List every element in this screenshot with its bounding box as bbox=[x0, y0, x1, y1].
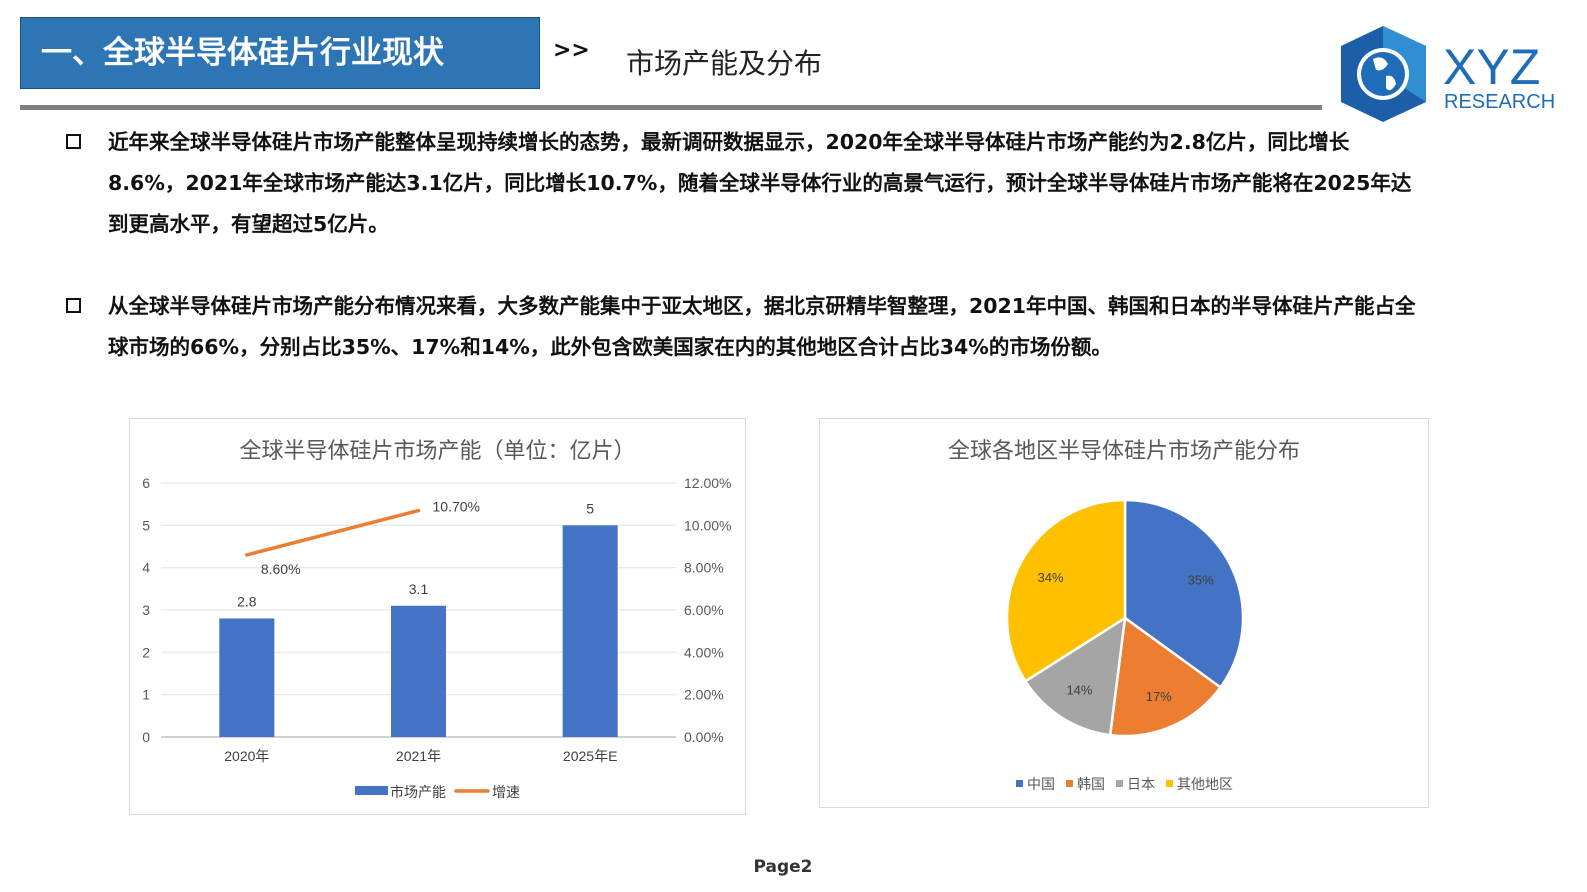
line-value-label: 10.70% bbox=[433, 499, 480, 515]
y2-tick-label: 12.00% bbox=[684, 475, 731, 491]
x-tick-label: 2020年 bbox=[224, 748, 269, 764]
page-number: Page2 bbox=[753, 857, 813, 877]
x-tick-label: 2021年 bbox=[396, 748, 441, 764]
y2-tick-label: 2.00% bbox=[684, 687, 724, 703]
legend-swatch bbox=[1066, 780, 1073, 787]
pie-value-label: 14% bbox=[1066, 683, 1092, 698]
y-tick-label: 5 bbox=[142, 517, 150, 533]
y-tick-label: 0 bbox=[142, 729, 150, 745]
header-divider bbox=[20, 105, 1322, 110]
x-tick-label: 2025年E bbox=[563, 748, 617, 764]
bar bbox=[391, 605, 446, 737]
growth-line bbox=[245, 508, 421, 557]
paragraph-1: 近年来全球半导体硅片市场产能整体呈现持续增长的态势，最新调研数据显示，2020年… bbox=[66, 122, 1416, 245]
paragraph-2: 从全球半导体硅片市场产能分布情况来看，大多数产能集中于亚太地区，据北京研精毕智整… bbox=[66, 286, 1416, 368]
pie-value-label: 17% bbox=[1146, 689, 1172, 704]
capacity-bar-chart: 全球半导体硅片市场产能（单位：亿片） 0 0.00% 1 2.00% 2 4.00% 3 6.… bbox=[129, 418, 746, 815]
legend-bar-swatch bbox=[355, 786, 388, 795]
legend-swatch bbox=[1116, 780, 1123, 787]
logo-text: XYZ bbox=[1443, 39, 1540, 95]
legend-swatch bbox=[1016, 780, 1023, 787]
y2-tick-label: 6.00% bbox=[684, 602, 724, 618]
y2-tick-label: 10.00% bbox=[684, 517, 731, 533]
bar-value-label: 2.8 bbox=[237, 593, 257, 609]
pie-value-label: 34% bbox=[1038, 570, 1064, 585]
logo-subtext: RESEARCH bbox=[1444, 91, 1555, 113]
bar bbox=[219, 618, 275, 737]
legend-label: 市场产能 bbox=[390, 784, 446, 800]
bar-value-label: 5 bbox=[586, 500, 594, 516]
y-tick-label: 2 bbox=[142, 644, 150, 660]
line-value-label: 8.60% bbox=[261, 561, 301, 577]
bar bbox=[562, 525, 618, 737]
legend-label: 韩国 bbox=[1077, 776, 1105, 792]
legend-label: 日本 bbox=[1127, 776, 1155, 792]
breadcrumb-arrows: >> bbox=[553, 38, 590, 63]
y-tick-label: 6 bbox=[142, 475, 150, 491]
y-tick-label: 1 bbox=[142, 687, 150, 703]
xyz-research-logo: XYZ RESEARCH bbox=[1338, 24, 1558, 124]
legend-swatch bbox=[1166, 780, 1173, 787]
legend-label: 中国 bbox=[1027, 776, 1055, 792]
page-subtitle: 市场产能及分布 bbox=[626, 47, 823, 80]
distribution-pie-chart: 全球各地区半导体硅片市场产能分布 35% 17% 14% 34% 中国 韩国 日本 其他地区 bbox=[819, 418, 1429, 808]
y2-tick-label: 0.00% bbox=[684, 729, 724, 745]
legend-label: 其他地区 bbox=[1177, 776, 1233, 792]
y2-tick-label: 4.00% bbox=[684, 644, 724, 660]
section-title: 一、全球半导体硅片行业现状 bbox=[20, 17, 540, 89]
bullet-square-icon bbox=[66, 298, 81, 313]
pie-value-label: 35% bbox=[1188, 572, 1214, 587]
y-tick-label: 3 bbox=[142, 602, 150, 618]
y-tick-label: 4 bbox=[142, 560, 150, 576]
y2-tick-label: 8.00% bbox=[684, 560, 724, 576]
globe-hexagon-icon: XYZ RESEARCH bbox=[1341, 26, 1555, 122]
bullet-square-icon bbox=[66, 134, 81, 149]
legend-label: 增速 bbox=[492, 784, 520, 800]
bar-value-label: 3.1 bbox=[409, 581, 429, 597]
